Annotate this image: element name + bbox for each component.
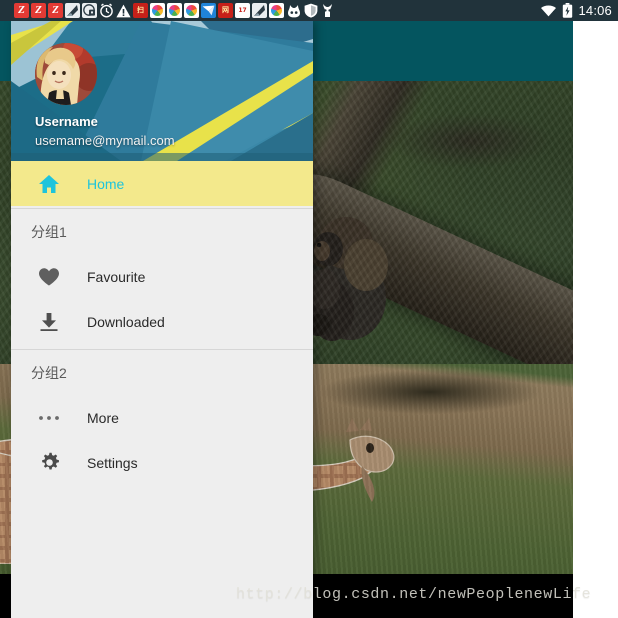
red-app-icon: 网	[218, 3, 233, 18]
home-icon	[11, 174, 87, 194]
download-icon	[11, 312, 87, 332]
sidebar-item-settings[interactable]: Settings	[11, 440, 313, 485]
sidebar-item-more[interactable]: More	[11, 395, 313, 440]
android-screen: Item 2	[0, 0, 618, 618]
drawer-group-title-1: 分组1	[31, 223, 67, 240]
calendar-icon: 17	[235, 3, 250, 18]
browser-icon-2	[167, 3, 182, 18]
music-app-icon	[286, 3, 301, 18]
fallen-log-decor	[268, 165, 573, 364]
sidebar-item-home[interactable]: Home	[11, 161, 313, 206]
browser-icon-4	[269, 3, 284, 18]
sidebar-item-label-favourite: Favourite	[87, 268, 146, 285]
status-bar-system-icons: 14:06	[540, 0, 612, 21]
navigation-drawer[interactable]: Username usemame@mymail.com Home 分组1 Fav…	[11, 21, 313, 618]
watermark-text: http://blog.csdn.net/newPeoplenewLife	[236, 586, 592, 603]
sidebar-item-favourite[interactable]: Favourite	[11, 254, 313, 299]
screenshot-icon-2	[252, 3, 267, 18]
status-bar-notification-icons: Z Z Z 扫网 17	[0, 0, 335, 21]
sidebar-item-label-downloaded: Downloaded	[87, 313, 165, 330]
sidebar-item-label-home: Home	[87, 175, 125, 192]
gear-icon	[11, 452, 87, 473]
avatar[interactable]	[35, 43, 97, 105]
clock-time: 14:06	[578, 3, 612, 18]
mail-bird-icon	[201, 3, 216, 18]
alarm-clock-icon	[99, 3, 114, 18]
zhihu-notification-icon: Z	[14, 3, 29, 18]
secure-vpn-icon	[82, 3, 97, 18]
avatar-portrait	[35, 43, 97, 105]
battery-icon	[562, 3, 573, 18]
drawer-email: usemame@mymail.com	[35, 133, 175, 148]
shield-icon	[303, 3, 318, 18]
browser-icon	[150, 3, 165, 18]
drawer-group-title-2: 分组2	[31, 364, 67, 381]
heart-icon	[11, 267, 87, 287]
screenshot-icon	[65, 3, 80, 18]
browser-icon-3	[184, 3, 199, 18]
usb-debug-icon	[320, 3, 335, 18]
status-bar: Z Z Z 扫网 17 14:06	[0, 0, 618, 21]
drawer-username: Username	[35, 114, 98, 129]
more-horizontal-icon	[11, 414, 87, 422]
sidebar-item-downloaded[interactable]: Downloaded	[11, 299, 313, 344]
zhihu-notification-icon-2: Z	[31, 3, 46, 18]
qr-scan-icon: 扫	[133, 3, 148, 18]
wifi-icon	[540, 4, 557, 17]
drawer-header: Username usemame@mymail.com	[11, 21, 313, 161]
drawer-spacer-1	[11, 344, 313, 347]
sidebar-item-label-more: More	[87, 409, 119, 426]
warning-icon	[116, 3, 131, 18]
sidebar-item-label-settings: Settings	[87, 454, 138, 471]
zhihu-notification-icon-3: Z	[48, 3, 63, 18]
